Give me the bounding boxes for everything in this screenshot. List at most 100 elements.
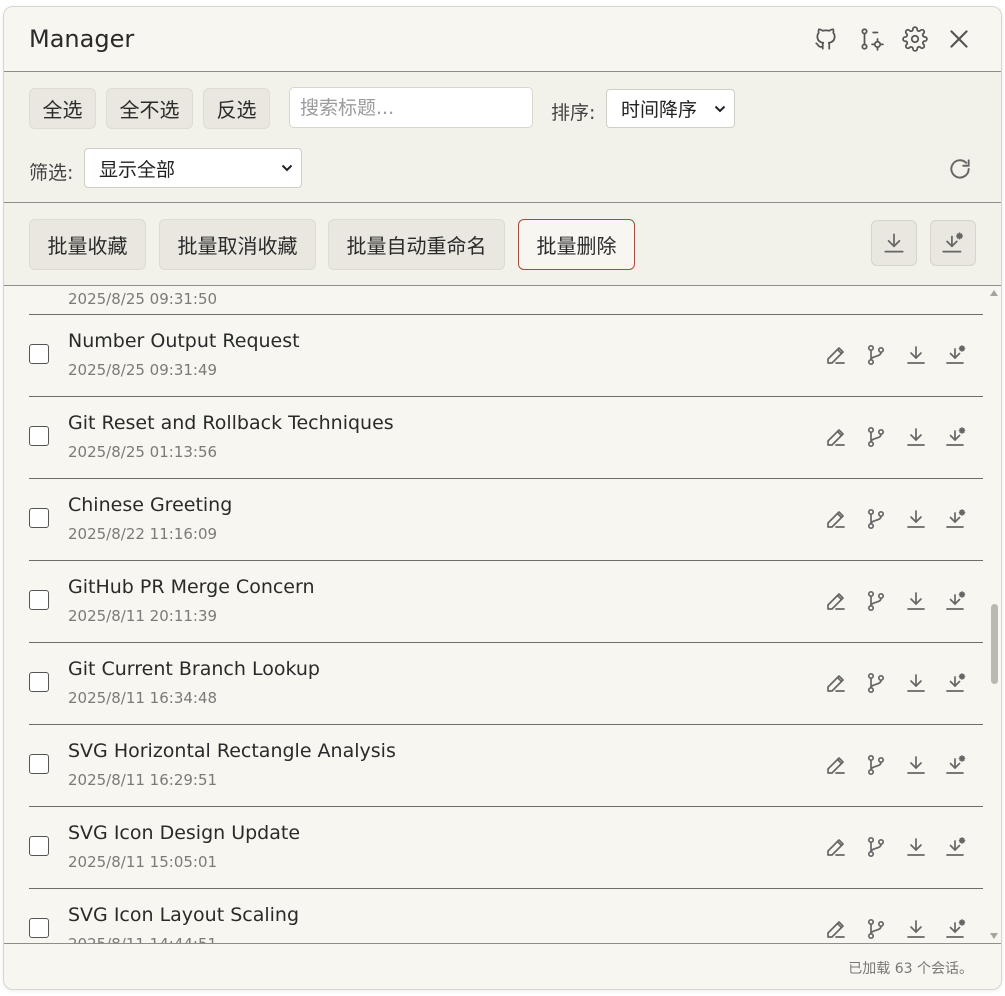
- branch-settings-icon[interactable]: [857, 25, 885, 53]
- download-sparkle-button[interactable]: [944, 917, 968, 941]
- pencil-icon: [827, 347, 845, 364]
- select-none-button[interactable]: 全不选: [106, 88, 193, 129]
- row-checkbox[interactable]: [29, 344, 49, 364]
- branch-button[interactable]: [864, 425, 888, 449]
- pencil-button[interactable]: [824, 671, 848, 695]
- list-item-date: 2025/8/11 14:44:51: [68, 935, 217, 943]
- list-item-title[interactable]: SVG Horizontal Rectangle Analysis: [68, 740, 396, 762]
- footer-bar: 已加载 63 个会话。: [4, 943, 1001, 989]
- sort-select[interactable]: 时间降序: [606, 89, 735, 128]
- close-icon[interactable]: [945, 25, 973, 53]
- list-item-title[interactable]: SVG Icon Layout Scaling: [68, 904, 299, 926]
- manager-panel: Manager 全选 全不选 反选 排序: 时间降序 筛选: 显示全部: [3, 6, 1002, 990]
- download-button[interactable]: [904, 507, 928, 531]
- scroll-up-icon[interactable]: [990, 290, 998, 296]
- chevron-down-icon: [714, 105, 726, 112]
- list-item[interactable]: SVG Icon Design Update 2025/8/11 15:05:01: [29, 807, 983, 889]
- download-sparkle-icon: [946, 673, 966, 692]
- branch-button[interactable]: [864, 343, 888, 367]
- download-sparkle-icon: [946, 837, 966, 856]
- branch-button[interactable]: [864, 507, 888, 531]
- list-item[interactable]: Git Reset and Rollback Techniques 2025/8/…: [29, 397, 983, 479]
- download-button[interactable]: [904, 753, 928, 777]
- row-checkbox[interactable]: [29, 754, 49, 774]
- pencil-button[interactable]: [824, 917, 848, 941]
- branch-icon: [867, 508, 885, 530]
- select-all-button[interactable]: 全选: [29, 88, 96, 129]
- filter-select-value: 显示全部: [99, 158, 176, 181]
- branch-button[interactable]: [864, 917, 888, 941]
- list-item-title[interactable]: Number Output Request: [68, 330, 300, 352]
- branch-button[interactable]: [864, 835, 888, 859]
- pencil-button[interactable]: [824, 835, 848, 859]
- branch-icon: [867, 426, 885, 448]
- batch-unfavorite-button[interactable]: 批量取消收藏: [159, 219, 316, 270]
- batch-auto-rename-button[interactable]: 批量自动重命名: [328, 219, 505, 270]
- scrollbar-thumb[interactable]: [991, 604, 998, 684]
- download-sparkle-button[interactable]: [944, 835, 968, 859]
- batch-delete-button[interactable]: 批量删除: [518, 219, 635, 270]
- row-actions: [824, 507, 968, 531]
- download-sparkle-button[interactable]: [944, 425, 968, 449]
- row-checkbox[interactable]: [29, 836, 49, 856]
- filter-select[interactable]: 显示全部: [84, 148, 302, 188]
- gear-icon[interactable]: [901, 25, 929, 53]
- list-item-date: 2025/8/25 01:13:56: [68, 443, 218, 461]
- row-checkbox[interactable]: [29, 918, 49, 938]
- list-item[interactable]: SVG Icon Layout Scaling 2025/8/11 14:44:5…: [29, 889, 983, 943]
- pencil-button[interactable]: [824, 425, 848, 449]
- list-item-date: 2025/8/11 20:11:39: [68, 607, 218, 625]
- refresh-icon[interactable]: [947, 156, 973, 182]
- download-button[interactable]: [904, 589, 928, 613]
- list-item[interactable]: SVG Horizontal Rectangle Analysis 2025/8/…: [29, 725, 983, 807]
- row-checkbox[interactable]: [29, 508, 49, 528]
- list-item-title[interactable]: Chinese Greeting: [68, 494, 232, 516]
- pencil-button[interactable]: [824, 507, 848, 531]
- row-checkbox[interactable]: [29, 590, 49, 610]
- chevron-down-icon: [281, 164, 293, 172]
- list-item-date: 2025/8/25 09:31:50: [68, 290, 218, 308]
- list-item-date: 2025/8/22 11:16:09: [68, 525, 218, 543]
- branch-icon: [867, 672, 885, 694]
- list-item[interactable]: Git Current Branch Lookup 2025/8/11 16:34…: [29, 643, 983, 725]
- pencil-button[interactable]: [824, 589, 848, 613]
- download-sparkle-button[interactable]: [944, 671, 968, 695]
- pencil-icon: [827, 757, 845, 774]
- download-button[interactable]: [904, 835, 928, 859]
- branch-button[interactable]: [864, 753, 888, 777]
- github-icon[interactable]: [812, 25, 840, 53]
- download-button[interactable]: [904, 671, 928, 695]
- list-item[interactable]: GitHub PR Merge Concern 2025/8/11 20:11:3…: [29, 561, 983, 643]
- download-sparkle-button[interactable]: [944, 753, 968, 777]
- invert-selection-button[interactable]: 反选: [203, 88, 270, 129]
- pencil-button[interactable]: [824, 343, 848, 367]
- list-item[interactable]: Chinese Greeting 2025/8/22 11:16:09: [29, 479, 983, 561]
- list-item-title[interactable]: Git Reset and Rollback Techniques: [68, 412, 394, 434]
- pencil-button[interactable]: [824, 753, 848, 777]
- batch-download-all-button[interactable]: [930, 220, 976, 266]
- batch-download-button[interactable]: [871, 220, 917, 266]
- scroll-down-icon[interactable]: [990, 933, 998, 939]
- panel-title: Manager: [29, 25, 135, 53]
- list-item-date: 2025/8/25 09:31:49: [68, 361, 218, 379]
- branch-button[interactable]: [864, 671, 888, 695]
- pencil-icon: [827, 593, 845, 610]
- download-sparkle-button[interactable]: [944, 507, 968, 531]
- branch-button[interactable]: [864, 589, 888, 613]
- list-item[interactable]: Number Output Request 2025/8/25 09:31:49: [29, 315, 983, 397]
- download-button[interactable]: [904, 917, 928, 941]
- row-actions: [824, 917, 968, 941]
- download-sparkle-button[interactable]: [944, 589, 968, 613]
- list-item-title[interactable]: SVG Icon Design Update: [68, 822, 300, 844]
- row-checkbox[interactable]: [29, 426, 49, 446]
- row-actions: [824, 343, 968, 367]
- download-sparkle-button[interactable]: [944, 343, 968, 367]
- row-checkbox[interactable]: [29, 672, 49, 692]
- download-button[interactable]: [904, 343, 928, 367]
- row-actions: [824, 589, 968, 613]
- list-item-title[interactable]: Git Current Branch Lookup: [68, 658, 320, 680]
- batch-favorite-button[interactable]: 批量收藏: [29, 219, 146, 270]
- list-item-title[interactable]: GitHub PR Merge Concern: [68, 576, 315, 598]
- download-button[interactable]: [904, 425, 928, 449]
- search-input[interactable]: [289, 87, 533, 128]
